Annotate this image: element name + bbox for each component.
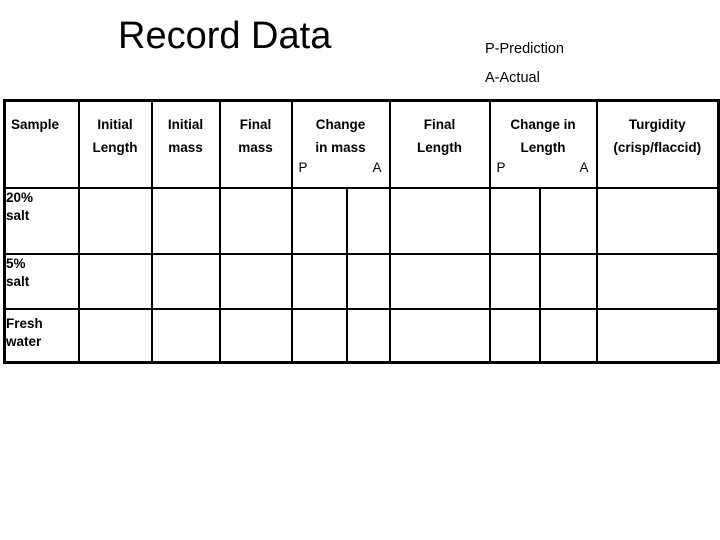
cell-final-length[interactable] (388, 187, 491, 255)
row-label-line2: water (6, 334, 42, 349)
header-final-mass: Final mass (218, 99, 293, 189)
row-label-line2: salt (6, 208, 30, 223)
cell-change-in-mass-p[interactable] (290, 308, 348, 364)
cell-initial-length[interactable] (77, 253, 153, 310)
header-initial-length-line2: Length (92, 140, 138, 155)
cell-turgidity[interactable] (595, 187, 720, 255)
record-data-table: Sample Initial Length Initial mass Final… (3, 99, 720, 364)
header-change-in-mass-a: A (372, 160, 382, 175)
header-change-in-length-subheaders: P A (491, 159, 596, 176)
record-data-table-wrapper: Sample Initial Length Initial mass Final… (3, 99, 720, 364)
cell-change-in-length-p[interactable] (488, 187, 541, 255)
cell-change-in-length-a[interactable] (538, 187, 598, 255)
header-change-in-length-line1: Change in (510, 117, 576, 132)
header-final-mass-line2: mass (238, 140, 273, 155)
cell-final-mass[interactable] (218, 308, 293, 364)
page-title: Record Data (118, 15, 332, 57)
header-initial-mass-line2: mass (168, 140, 203, 155)
cell-initial-length[interactable] (77, 308, 153, 364)
cell-final-length[interactable] (388, 308, 491, 364)
row-label-fresh-water: Fresh water (3, 308, 80, 364)
header-change-in-mass-line2: in mass (315, 140, 366, 155)
cell-turgidity[interactable] (595, 308, 720, 364)
header-initial-length-line1: Initial (97, 117, 133, 132)
legend-prediction: P-Prediction (485, 41, 564, 57)
header-turgidity: Turgidity (crisp/flaccid) (595, 99, 720, 189)
cell-change-in-mass-a[interactable] (345, 308, 391, 364)
cell-change-in-mass-a[interactable] (345, 187, 391, 255)
cell-change-in-length-a[interactable] (538, 253, 598, 310)
header-final-mass-line1: Final (239, 117, 272, 132)
header-change-in-length: Change in Length P A (488, 99, 598, 189)
table-row: Fresh water (3, 308, 720, 364)
table-header-row: Sample Initial Length Initial mass Final… (3, 99, 720, 189)
row-label-line1: 5% (6, 256, 26, 271)
header-final-length-line1: Final (423, 117, 456, 132)
row-label-5-percent-salt: 5% salt (3, 253, 80, 310)
worksheet-page: Record Data P-Prediction A-Actual Sample… (0, 0, 720, 540)
legend-actual: A-Actual (485, 70, 540, 86)
header-turgidity-line2: (crisp/flaccid) (613, 140, 702, 155)
table-row: 5% salt (3, 253, 720, 310)
header-initial-length: Initial Length (77, 99, 153, 189)
cell-change-in-length-a[interactable] (538, 308, 598, 364)
header-turgidity-line1: Turgidity (628, 117, 686, 132)
cell-change-in-mass-a[interactable] (345, 253, 391, 310)
header-change-in-mass: Change in mass P A (290, 99, 391, 189)
table-row: 20% salt (3, 187, 720, 255)
cell-initial-mass[interactable] (150, 253, 221, 310)
row-label-20-percent-salt: 20% salt (3, 187, 80, 255)
cell-final-mass[interactable] (218, 187, 293, 255)
header-change-in-length-line2: Length (520, 140, 566, 155)
legend-key: P-Prediction A-Actual (485, 35, 564, 93)
cell-initial-mass[interactable] (150, 308, 221, 364)
cell-final-length[interactable] (388, 253, 491, 310)
row-label-line1: Fresh (6, 316, 43, 331)
header-change-in-mass-subheaders: P A (293, 159, 389, 176)
header-change-in-length-a: A (579, 160, 589, 175)
row-label-line2: salt (6, 274, 30, 289)
header-final-length-line2: Length (417, 140, 462, 155)
header-change-in-mass-p: P (298, 160, 308, 175)
header-sample: Sample (3, 99, 80, 189)
row-label-line1: 20% (6, 190, 34, 205)
header-final-length: Final Length (388, 99, 491, 189)
cell-change-in-length-p[interactable] (488, 308, 541, 364)
header-change-in-mass-line1: Change (315, 117, 366, 132)
cell-turgidity[interactable] (595, 253, 720, 310)
header-initial-mass: Initial mass (150, 99, 221, 189)
cell-change-in-length-p[interactable] (488, 253, 541, 310)
cell-initial-mass[interactable] (150, 187, 221, 255)
cell-final-mass[interactable] (218, 253, 293, 310)
header-initial-mass-line1: Initial (167, 117, 204, 132)
cell-initial-length[interactable] (77, 187, 153, 255)
cell-change-in-mass-p[interactable] (290, 187, 348, 255)
header-change-in-length-p: P (496, 160, 506, 175)
header-sample-label: Sample (11, 117, 60, 132)
cell-change-in-mass-p[interactable] (290, 253, 348, 310)
